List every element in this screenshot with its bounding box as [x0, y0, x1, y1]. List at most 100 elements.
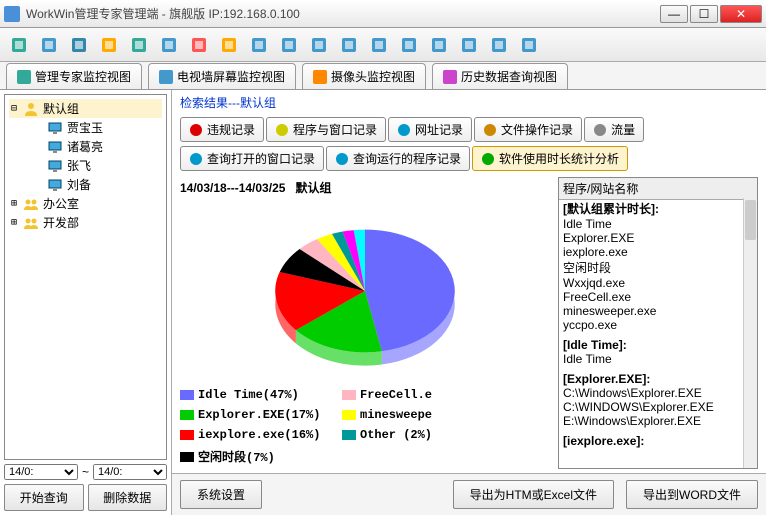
chart-title: 14/03/18---14/03/25 默认组 [180, 177, 550, 198]
group-tree[interactable]: ⊟ 默认组 贾宝玉诸葛亮张飞刘备 ⊞办公室⊞开发部 [4, 94, 167, 460]
record-tab[interactable]: 程序与窗口记录 [266, 117, 386, 142]
record-tab[interactable]: 查询运行的程序记录 [326, 146, 470, 171]
legend-item: minesweepe [342, 408, 492, 422]
legend-swatch [180, 430, 194, 440]
users-icon [23, 101, 39, 117]
legend-item: Other (2%) [342, 428, 492, 442]
toolbar-icon-12[interactable] [366, 32, 392, 58]
toolbar-icon-1[interactable] [36, 32, 62, 58]
pie-chart [260, 206, 470, 376]
record-tab-label: 软件使用时长统计分析 [499, 150, 619, 167]
record-tab-label: 流量 [611, 121, 635, 138]
nav-tab-label: 摄像头监控视图 [331, 68, 415, 85]
record-tab[interactable]: 违规记录 [180, 117, 264, 142]
toolbar-icon-16[interactable] [486, 32, 512, 58]
close-button[interactable]: ✕ [720, 5, 762, 23]
stat-row[interactable]: C:\Windows\Explorer.EXE [559, 386, 757, 400]
date-end-select[interactable]: 14/0: [93, 464, 167, 480]
tree-user[interactable]: 贾宝玉 [33, 118, 162, 137]
legend-label: Explorer.EXE(17%) [198, 408, 320, 422]
stat-row[interactable]: 空闲时段 [559, 259, 757, 276]
query-button[interactable]: 开始查询 [4, 484, 84, 511]
record-tab[interactable]: 软件使用时长统计分析 [472, 146, 628, 171]
toolbar-icon-8[interactable] [246, 32, 272, 58]
stat-name: Wxxjqd.exe [563, 276, 625, 290]
stat-row[interactable]: C:\WINDOWS\Explorer.EXE [559, 400, 757, 414]
stat-row[interactable]: Wxxjqd.exe [559, 276, 757, 290]
user-name: 诸葛亮 [67, 138, 103, 155]
monitor-icon [47, 177, 63, 193]
toolbar-icon-0[interactable] [6, 32, 32, 58]
toolbar-icon-3[interactable] [96, 32, 122, 58]
export-html-button[interactable]: 导出为HTM或Excel文件 [453, 480, 614, 509]
tree-group[interactable]: ⊞开发部 [9, 213, 162, 232]
export-word-button[interactable]: 导出到WORD文件 [626, 480, 758, 509]
record-tab-label: 网址记录 [415, 121, 463, 138]
group-name: 开发部 [43, 214, 79, 231]
globe-icon [397, 123, 411, 137]
stat-name: minesweeper.exe [563, 304, 656, 318]
nav-tab-0[interactable]: 管理专家监控视图 [6, 63, 142, 89]
group-name: 办公室 [43, 195, 79, 212]
record-tab[interactable]: 网址记录 [388, 117, 472, 142]
record-tab[interactable]: 文件操作记录 [474, 117, 582, 142]
nav-tab-label: 电视墙屏幕监控视图 [177, 68, 285, 85]
date-start-select[interactable]: 14/0: [4, 464, 78, 480]
user-name: 贾宝玉 [67, 119, 103, 136]
record-tab[interactable]: 查询打开的窗口记录 [180, 146, 324, 171]
toolbar-icon-6[interactable] [186, 32, 212, 58]
settings-button[interactable]: 系统设置 [180, 480, 262, 509]
stat-row[interactable]: Explorer.EXE2 [559, 231, 757, 245]
stat-name: Idle Time [563, 217, 612, 231]
stat-name: yccpo.exe [563, 318, 617, 332]
nav-tab-2[interactable]: 摄像头监控视图 [302, 63, 426, 89]
app-icon [4, 6, 20, 22]
stat-row[interactable]: yccpo.exe3 [559, 318, 757, 332]
toolbar-icon-10[interactable] [306, 32, 332, 58]
record-tab-label: 程序与窗口记录 [293, 121, 377, 138]
toolbar-icon-5[interactable] [156, 32, 182, 58]
legend-label: Other (2%) [360, 428, 432, 442]
record-tab-label: 查询打开的窗口记录 [207, 150, 315, 167]
stat-row[interactable]: iexplore.exe2 [559, 245, 757, 259]
toolbar-icon-2[interactable] [66, 32, 92, 58]
minimize-button[interactable]: — [660, 5, 688, 23]
legend-item: Idle Time(47%) [180, 388, 330, 402]
stat-row[interactable]: E:\Windows\Explorer.EXE [559, 414, 757, 428]
stat-name: C:\Windows\Explorer.EXE [563, 386, 702, 400]
legend-label: minesweepe [360, 408, 432, 422]
toolbar-icon-7[interactable] [216, 32, 242, 58]
record-tab[interactable]: 流量 [584, 117, 644, 142]
legend-swatch [342, 410, 356, 420]
nav-tab-1[interactable]: 电视墙屏幕监控视图 [148, 63, 296, 89]
toolbar-icon-14[interactable] [426, 32, 452, 58]
legend-label: FreeCell.e [360, 388, 432, 402]
toolbar-icon-13[interactable] [396, 32, 422, 58]
toolbar-icon-4[interactable] [126, 32, 152, 58]
search-icon [189, 152, 203, 166]
tree-user[interactable]: 诸葛亮 [33, 137, 162, 156]
stat-row[interactable]: minesweeper.exe4 [559, 304, 757, 318]
user-name: 张飞 [67, 157, 91, 174]
toolbar-icon-9[interactable] [276, 32, 302, 58]
delete-button[interactable]: 删除数据 [88, 484, 168, 511]
tree-root[interactable]: ⊟ 默认组 [9, 99, 162, 118]
ban-icon [189, 123, 203, 137]
legend-item: 空闲时段(7%) [180, 448, 330, 465]
toolbar-icon-17[interactable] [516, 32, 542, 58]
stat-row[interactable]: Idle Time6 [559, 217, 757, 231]
stat-row[interactable]: FreeCell.exe [559, 290, 757, 304]
tree-group[interactable]: ⊞办公室 [9, 194, 162, 213]
stat-row[interactable]: Idle Time [559, 352, 757, 366]
tree-user[interactable]: 张飞 [33, 156, 162, 175]
record-tab-label: 违规记录 [207, 121, 255, 138]
toolbar-icon-11[interactable] [336, 32, 362, 58]
scrollbar[interactable] [743, 198, 757, 468]
date-separator: ~ [82, 465, 89, 479]
toolbar-icon-15[interactable] [456, 32, 482, 58]
tree-user[interactable]: 刘备 [33, 175, 162, 194]
tree-icon [275, 123, 289, 137]
stats-panel[interactable]: 程序/网站名称 [默认组累计时长]:Idle Time6Explorer.EXE… [558, 177, 758, 469]
maximize-button[interactable]: ☐ [690, 5, 718, 23]
nav-tab-3[interactable]: 历史数据查询视图 [432, 63, 568, 89]
